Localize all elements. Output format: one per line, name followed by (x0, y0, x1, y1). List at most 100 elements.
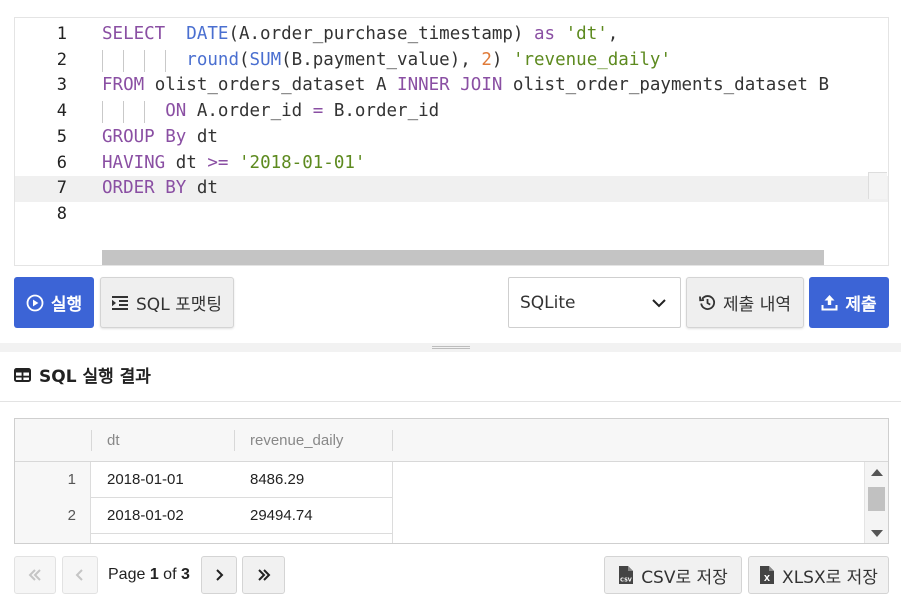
first-page-button[interactable] (14, 556, 56, 594)
token-str: 'dt' (565, 24, 608, 44)
last-page-button[interactable] (242, 556, 285, 594)
chevron-down-icon (652, 299, 666, 308)
csv-export-button[interactable]: CSV CSV로 저장 (604, 556, 742, 594)
token-plain: , (607, 24, 619, 44)
token-kw: GROUP By (102, 126, 187, 147)
splitter-grip[interactable] (432, 346, 470, 349)
dialect-select[interactable]: SQLite (508, 277, 681, 328)
code-text[interactable]: SELECT DATE(A.order_purchase_timestamp) … (102, 22, 618, 48)
token-fn: DATE (186, 24, 229, 44)
csv-icon-text: CSV (620, 578, 632, 584)
column-separator (392, 430, 393, 451)
submit-label: 제출 (845, 295, 877, 315)
table-row[interactable]: 2 2018-01-02 29494.74 (15, 498, 393, 534)
token-plain: ) (491, 49, 513, 70)
previous-page-button[interactable] (62, 556, 98, 594)
results-title: SQL 실행 결과 (14, 362, 151, 387)
code-line[interactable]: 7 ORDER BY dt (15, 176, 888, 202)
column-header-dt[interactable]: dt (91, 419, 234, 462)
results-title-text: SQL 실행 결과 (39, 367, 151, 387)
scroll-down-arrow-icon[interactable] (871, 530, 883, 537)
grid-header: dt revenue_daily (15, 419, 888, 462)
code-text[interactable]: ON A.order_id = B.order_id (102, 99, 439, 125)
code-text[interactable]: HAVING dt >= '2018-01-01' (102, 151, 365, 177)
scroll-thumb[interactable] (868, 487, 885, 511)
submit-history-button[interactable]: 제출 내역 (686, 277, 804, 328)
total-pages: 3 (180, 566, 190, 583)
token-plain: ( (238, 49, 250, 70)
table-row[interactable]: 1 2018-01-01 8486.29 (15, 462, 393, 498)
next-page-button[interactable] (201, 556, 237, 594)
editor-vertical-scrollbar[interactable] (868, 172, 887, 199)
line-number: 4 (56, 101, 67, 122)
cell-revenue-daily[interactable]: 8486.29 (234, 462, 392, 498)
editor-horizontal-scrollbar[interactable] (102, 250, 824, 265)
double-chevron-left-icon (28, 569, 41, 581)
csv-export-label: CSV로 저장 (641, 567, 728, 588)
play-circle-icon (26, 294, 44, 311)
column-header-revenue-daily[interactable]: revenue_daily (234, 419, 392, 462)
indent-icon (112, 295, 129, 310)
code-text[interactable]: round(SUM(B.payment_value), 2) 'revenue_… (102, 48, 671, 74)
code-line[interactable]: 8 (15, 202, 888, 228)
token-plain: A.order_id (186, 101, 313, 122)
line-number: 2 (56, 49, 67, 70)
grid-vertical-scrollbar[interactable] (864, 462, 888, 543)
code-line[interactable]: 3 FROM olist_orders_dataset A INNER JOIN … (15, 73, 888, 99)
line-number: 7 (56, 178, 67, 199)
line-number: 1 (56, 24, 67, 44)
run-button[interactable]: 실행 (14, 277, 94, 328)
cell-dt[interactable]: 2018-01-01 (91, 462, 234, 498)
code-line[interactable]: 6 HAVING dt >= '2018-01-01' (15, 151, 888, 177)
results-grid[interactable]: dt revenue_daily 1 2018-01-01 8486.29 2 … (14, 418, 889, 544)
code-text[interactable]: FROM olist_orders_dataset A INNER JOIN o… (102, 73, 829, 99)
token-plain: dt (186, 126, 218, 147)
sql-editor[interactable]: 1 SELECT DATE(A.order_purchase_timestamp)… (14, 17, 889, 266)
cell-dt[interactable]: 2018-01-02 (91, 498, 234, 534)
code-text[interactable]: GROUP By dt (102, 125, 218, 151)
table-icon (14, 367, 31, 382)
code-line[interactable]: 5 GROUP By dt (15, 125, 888, 151)
page-indicator: Page 1 of 3 (108, 556, 190, 594)
token-str: '2018-01-01' (239, 152, 366, 173)
submit-history-label: 제출 내역 (723, 295, 791, 315)
history-icon (699, 295, 716, 310)
cell-revenue-daily[interactable]: 29494.74 (234, 498, 392, 534)
upload-icon (821, 295, 838, 311)
chevron-left-icon (75, 569, 83, 581)
line-number: 8 (56, 203, 67, 224)
panel-splitter[interactable] (0, 343, 901, 352)
token-plain: olist_order_payments_dataset B (502, 75, 830, 96)
double-chevron-right-icon (257, 569, 270, 581)
page-prefix: Page (108, 566, 150, 583)
scroll-up-arrow-icon[interactable] (871, 469, 883, 476)
submit-button[interactable]: 제출 (809, 277, 889, 328)
code-text[interactable]: ORDER BY dt (102, 176, 218, 202)
code-line[interactable]: 1 SELECT DATE(A.order_purchase_timestamp)… (15, 22, 888, 48)
results-divider (0, 401, 901, 402)
sql-format-button[interactable]: SQL 포맷팅 (100, 277, 234, 328)
token-kw: HAVING (102, 152, 166, 173)
row-number: 1 (15, 462, 91, 498)
token-kw: INNER JOIN (397, 75, 503, 96)
line-number: 5 (56, 126, 67, 147)
token-kw: = (312, 101, 324, 122)
token-fn: round (186, 49, 239, 70)
excel-file-icon: X (760, 566, 775, 584)
run-label: 실행 (50, 295, 83, 315)
code-line[interactable]: 2 round(SUM(B.payment_value), 2) 'revenu… (15, 48, 888, 74)
token-kw: >= (207, 152, 229, 173)
code-line[interactable]: 4 ON A.order_id = B.order_id (15, 99, 888, 125)
token-num: 2 (481, 49, 492, 70)
xlsx-export-label: XLSX로 저장 (782, 567, 878, 588)
line-number: 3 (56, 75, 67, 96)
row-number-partial (15, 534, 91, 543)
token-kw: ON (165, 101, 187, 122)
xlsx-icon-text: X (764, 574, 771, 583)
xlsx-export-button[interactable]: X XLSX로 저장 (748, 556, 889, 594)
token-plain: olist_orders_dataset A (144, 75, 398, 96)
token-kw: SELECT (102, 24, 166, 44)
